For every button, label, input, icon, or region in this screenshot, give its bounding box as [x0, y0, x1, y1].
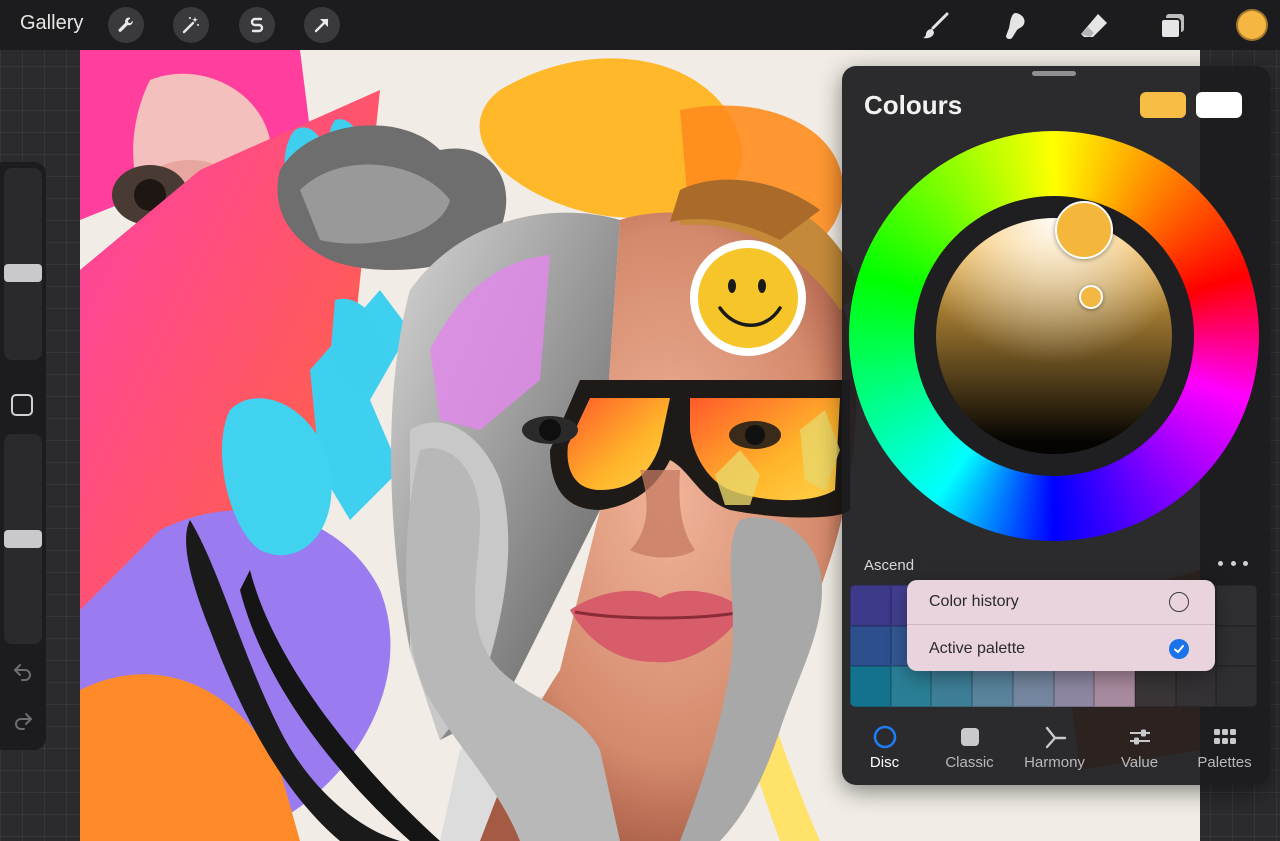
modify-button[interactable]	[11, 394, 33, 416]
palette-swatch[interactable]	[1216, 585, 1257, 626]
colours-panel: Colours Ascend Color history Active pale…	[842, 66, 1270, 785]
wheel-inner-ring	[914, 196, 1194, 476]
radio-checked-icon	[1169, 638, 1189, 659]
redo-icon	[15, 713, 32, 730]
layers-icon	[1160, 14, 1184, 39]
eraser-button[interactable]	[1077, 9, 1111, 43]
tab-label: Disc	[869, 754, 900, 771]
left-sidebar	[0, 162, 46, 750]
saturation-brightness-disc[interactable]	[936, 218, 1172, 454]
panel-grabber[interactable]	[1032, 71, 1076, 76]
wrench-icon	[118, 17, 133, 32]
palette-swatch[interactable]	[1134, 666, 1176, 707]
top-toolbar: Gallery	[0, 0, 1280, 50]
magic-wand-icon	[182, 17, 199, 34]
hue-handle[interactable]	[1055, 201, 1113, 259]
tab-label: Palettes	[1197, 754, 1252, 771]
tab-disc[interactable]: Disc	[842, 716, 927, 776]
palette-swatch[interactable]	[931, 666, 973, 707]
saturation-handle[interactable]	[1079, 285, 1103, 309]
palette-swatch[interactable]	[850, 666, 891, 707]
undo-icon	[14, 664, 31, 681]
tab-palettes[interactable]: Palettes	[1182, 716, 1267, 776]
menu-item-active-palette[interactable]: Active palette	[907, 626, 1215, 671]
brush-icon	[923, 12, 949, 39]
brush-size-handle[interactable]	[4, 264, 42, 282]
tab-classic[interactable]: Classic	[927, 716, 1012, 776]
transform-arrow-icon	[314, 18, 329, 33]
tab-label: Classic	[945, 754, 994, 771]
more-options-icon[interactable]	[1218, 553, 1248, 573]
brush-opacity-handle[interactable]	[4, 530, 42, 548]
palette-swatch[interactable]	[850, 585, 891, 626]
tab-value[interactable]: Value	[1097, 716, 1182, 776]
palette-swatch[interactable]	[1094, 666, 1135, 707]
panel-title: Colours	[864, 90, 963, 120]
menu-item-color-history[interactable]: Color history	[907, 580, 1215, 625]
palette-swatch[interactable]	[850, 625, 891, 667]
selection-icon	[250, 17, 264, 33]
square-icon	[957, 724, 983, 750]
eraser-icon	[1081, 14, 1107, 37]
radio-unchecked-icon	[1169, 592, 1189, 612]
redo-button[interactable]	[10, 707, 36, 733]
palette-swatch[interactable]	[1216, 625, 1257, 667]
palette-source-menu: Color history Active palette	[907, 580, 1215, 671]
grid-icon	[1212, 724, 1238, 750]
primary-colour-swatch[interactable]	[1140, 92, 1186, 118]
brush-opacity-slider[interactable]	[4, 434, 42, 644]
palette-swatch[interactable]	[890, 666, 932, 707]
sliders-icon	[1127, 724, 1153, 750]
hue-ring[interactable]	[849, 131, 1259, 541]
selection-button[interactable]	[239, 7, 275, 43]
adjustments-button[interactable]	[173, 7, 209, 43]
palette-swatch[interactable]	[1053, 666, 1095, 707]
palette-name: Ascend	[864, 557, 915, 574]
tab-label: Harmony	[1024, 754, 1085, 771]
palette-swatch[interactable]	[1216, 666, 1257, 707]
transform-button[interactable]	[304, 7, 340, 43]
layers-button[interactable]	[1156, 9, 1190, 43]
harmony-icon	[1042, 724, 1068, 750]
menu-item-label: Active palette	[929, 639, 1026, 657]
disc-icon	[872, 724, 898, 750]
colour-picker-button[interactable]	[1236, 9, 1268, 41]
secondary-colour-swatch[interactable]	[1196, 92, 1242, 118]
tab-harmony[interactable]: Harmony	[1012, 716, 1097, 776]
brush-size-slider[interactable]	[4, 168, 42, 360]
palette-swatch[interactable]	[1175, 666, 1217, 707]
undo-button[interactable]	[10, 658, 36, 684]
brush-button[interactable]	[918, 9, 952, 43]
gallery-button[interactable]: Gallery	[20, 12, 83, 35]
tab-label: Value	[1120, 754, 1159, 771]
palette-swatch[interactable]	[1012, 666, 1054, 707]
smudge-icon	[1006, 13, 1025, 40]
palette-swatch[interactable]	[972, 666, 1013, 707]
actions-button[interactable]	[108, 7, 144, 43]
menu-item-label: Color history	[929, 593, 1019, 610]
colour-mode-tabs: Disc Classic Harmony Value Palettes	[842, 716, 1270, 776]
smudge-button[interactable]	[997, 9, 1031, 43]
